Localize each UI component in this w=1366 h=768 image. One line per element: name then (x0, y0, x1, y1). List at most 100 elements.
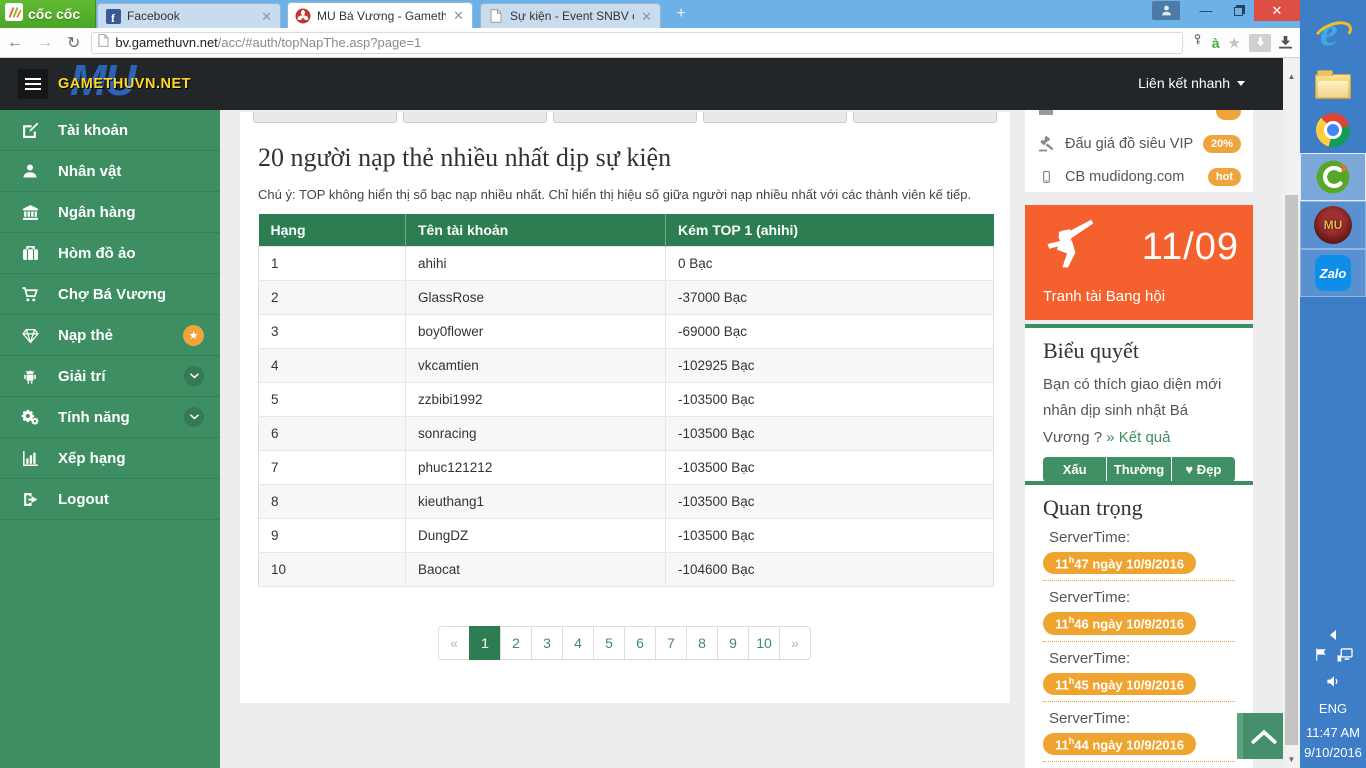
sidebar-list: Tài khoảnNhân vậtNgân hàngHòm đồ ảoChợ B… (0, 110, 220, 520)
quick-links-dropdown[interactable]: Liên kết nhanh (1138, 75, 1245, 91)
pagination-button[interactable]: 8 (686, 626, 718, 660)
taskbar-icon-coccoc[interactable] (1300, 153, 1366, 201)
pagination-button[interactable]: 9 (717, 626, 749, 660)
browser-tab[interactable]: Sự kiện - Event SNBV của t✕ (480, 3, 661, 28)
taskbar-icon-mu-game[interactable]: MU (1300, 201, 1366, 249)
sidebar-item-nhân-vật[interactable]: Nhân vật (0, 151, 220, 192)
pagination-button[interactable]: » (779, 626, 811, 660)
language-indicator[interactable]: ENG (1319, 701, 1347, 716)
close-button[interactable]: ✕ (1254, 0, 1300, 21)
back-icon[interactable]: ← (0, 34, 30, 52)
new-tab-button[interactable]: + (668, 4, 694, 24)
pagination-button[interactable]: 5 (593, 626, 625, 660)
volume-icon[interactable] (1325, 674, 1341, 694)
scroll-to-top-button[interactable] (1237, 713, 1283, 759)
reload-icon[interactable]: ↻ (60, 33, 87, 53)
network-icon[interactable] (1337, 648, 1353, 667)
tab-close-icon[interactable]: ✕ (260, 10, 273, 23)
sidebar-item-tính-năng[interactable]: Tính năng (0, 397, 220, 438)
sidebar-item-hòm-đồ-ảo[interactable]: Hòm đồ ảo (0, 233, 220, 274)
content-tab-stub[interactable] (403, 112, 547, 123)
hamburger-menu-icon[interactable] (18, 69, 48, 99)
content-tab-stub[interactable] (553, 112, 697, 123)
chevron-down-icon[interactable] (184, 407, 204, 427)
sidebar-item-xếp-hạng[interactable]: Xếp hạng (0, 438, 220, 479)
bank-icon (20, 202, 40, 222)
vietnamese-input-icon[interactable]: à (1212, 35, 1220, 51)
pagination-button[interactable]: 3 (531, 626, 563, 660)
quick-link-item[interactable]: CB mudidong.comhot (1025, 160, 1253, 193)
sidebar-item-label: Giải trí (58, 368, 106, 385)
chevron-down-icon (1237, 81, 1245, 86)
server-time-entry: ServerTime:11h46 ngày 10/9/2016 (1043, 581, 1235, 641)
taskbar-icon-internet-explorer[interactable]: e (1313, 14, 1353, 54)
page-scrollbar[interactable]: ▲ ▼ (1283, 58, 1300, 768)
browser-tab[interactable]: fFacebook✕ (97, 3, 281, 28)
bookmark-star-icon[interactable]: ★ (1228, 34, 1241, 52)
pagination-button[interactable]: 2 (500, 626, 532, 660)
table-cell: 7 (259, 451, 406, 485)
sidebar-item-logout[interactable]: Logout (0, 479, 220, 520)
server-time-entry: ServerTime:11h44 ngày 10/9/2016 (1043, 702, 1235, 762)
forward-icon[interactable]: → (30, 34, 60, 52)
content-tab-stub[interactable] (253, 112, 397, 123)
pagination-button[interactable]: 10 (748, 626, 780, 660)
scrollbar-down-arrow[interactable]: ▼ (1283, 755, 1300, 764)
taskbar-icon-chrome[interactable] (1316, 113, 1350, 147)
tab-close-icon[interactable]: ✕ (640, 10, 653, 23)
browser-tab[interactable]: MU Bá Vương - GamethuV✕ (287, 2, 473, 28)
downloads-icon[interactable] (1279, 36, 1292, 49)
event-label: Tranh tài Bang hội (1043, 288, 1239, 305)
gavel-icon (1037, 136, 1055, 152)
tab-close-icon[interactable]: ✕ (452, 9, 465, 22)
address-input[interactable]: bv.gamethuvn.net/acc/#auth/topNapThe.asp… (91, 32, 1182, 54)
sidebar-item-ngân-hàng[interactable]: Ngân hàng (0, 192, 220, 233)
browser-window: cốc cốc fFacebook✕MU Bá Vương - GamethuV… (0, 0, 1300, 768)
site-logo[interactable]: MU GAMETHUVN.NET (58, 58, 218, 110)
minimize-button[interactable]: — (1190, 0, 1222, 21)
scrollbar-up-arrow[interactable]: ▲ (1283, 72, 1300, 81)
pagination-button[interactable]: 4 (562, 626, 594, 660)
logout-icon (20, 489, 40, 509)
chevron-down-icon[interactable] (184, 366, 204, 386)
clock[interactable]: 11:47 AM 9/10/2016 (1304, 723, 1362, 762)
main-content-card: 20 người nạp thẻ nhiều nhất dịp sự kiện … (240, 112, 1010, 703)
vote-card: Biểu quyết Bạn có thích giao diện mới nh… (1025, 324, 1253, 494)
sidebar-item-tài-khoản[interactable]: Tài khoản (0, 110, 220, 151)
pagination-button[interactable]: « (438, 626, 470, 660)
taskbar-icon-file-explorer[interactable] (1315, 68, 1351, 99)
ranking-table: HạngTên tài khoảnKém TOP 1 (ahihi) 1ahih… (258, 214, 994, 587)
sidebar-item-giải-trí[interactable]: Giải trí (0, 356, 220, 397)
sidebar-item-nạp-thẻ[interactable]: Nạp thẻ★ (0, 315, 220, 356)
content-tab-stub[interactable] (853, 112, 997, 123)
maximize-button[interactable] (1222, 0, 1254, 21)
pagination-button[interactable]: 6 (624, 626, 656, 660)
vote-button[interactable]: Thường (1107, 457, 1171, 482)
pagination-button[interactable]: 7 (655, 626, 687, 660)
hidden-icons-arrow[interactable] (1330, 630, 1336, 640)
coccoc-menu-button[interactable]: cốc cốc (0, 0, 96, 28)
pagination-button[interactable]: 1 (469, 626, 501, 660)
zalo-icon: Zalo (1315, 255, 1351, 291)
sidebar-item-chợ-bá-vương[interactable]: Chợ Bá Vương (0, 274, 220, 315)
important-card: Quan trọng ServerTime:11h47 ngày 10/9/20… (1025, 481, 1253, 768)
vote-button[interactable]: ♥ Đẹp (1172, 457, 1235, 482)
table-cell: Baocat (406, 553, 666, 587)
tab-favicon-mu (295, 8, 311, 24)
quick-link-item[interactable]: Đấu giá đồ siêu VIP20% (1025, 127, 1253, 160)
profile-button[interactable] (1152, 1, 1180, 20)
key-icon[interactable] (1191, 33, 1204, 52)
taskbar-apps: e MU Zalo (1300, 14, 1366, 297)
vote-result-link[interactable]: » Kết quả (1106, 429, 1170, 446)
table-cell: -69000 Bạc (666, 315, 994, 349)
taskbar-icon-zalo[interactable]: Zalo (1300, 249, 1366, 297)
table-cell: DungDZ (406, 519, 666, 553)
table-cell: 3 (259, 315, 406, 349)
table-cell: -37000 Bạc (666, 281, 994, 315)
action-center-flag-icon[interactable] (1314, 647, 1328, 667)
download-arrow-button[interactable] (1249, 34, 1271, 52)
content-tab-stub[interactable] (703, 112, 847, 123)
vote-button[interactable]: Xấu (1043, 457, 1107, 482)
event-banner[interactable]: 11/09 Tranh tài Bang hội (1025, 205, 1253, 320)
scrollbar-thumb[interactable] (1285, 195, 1298, 745)
